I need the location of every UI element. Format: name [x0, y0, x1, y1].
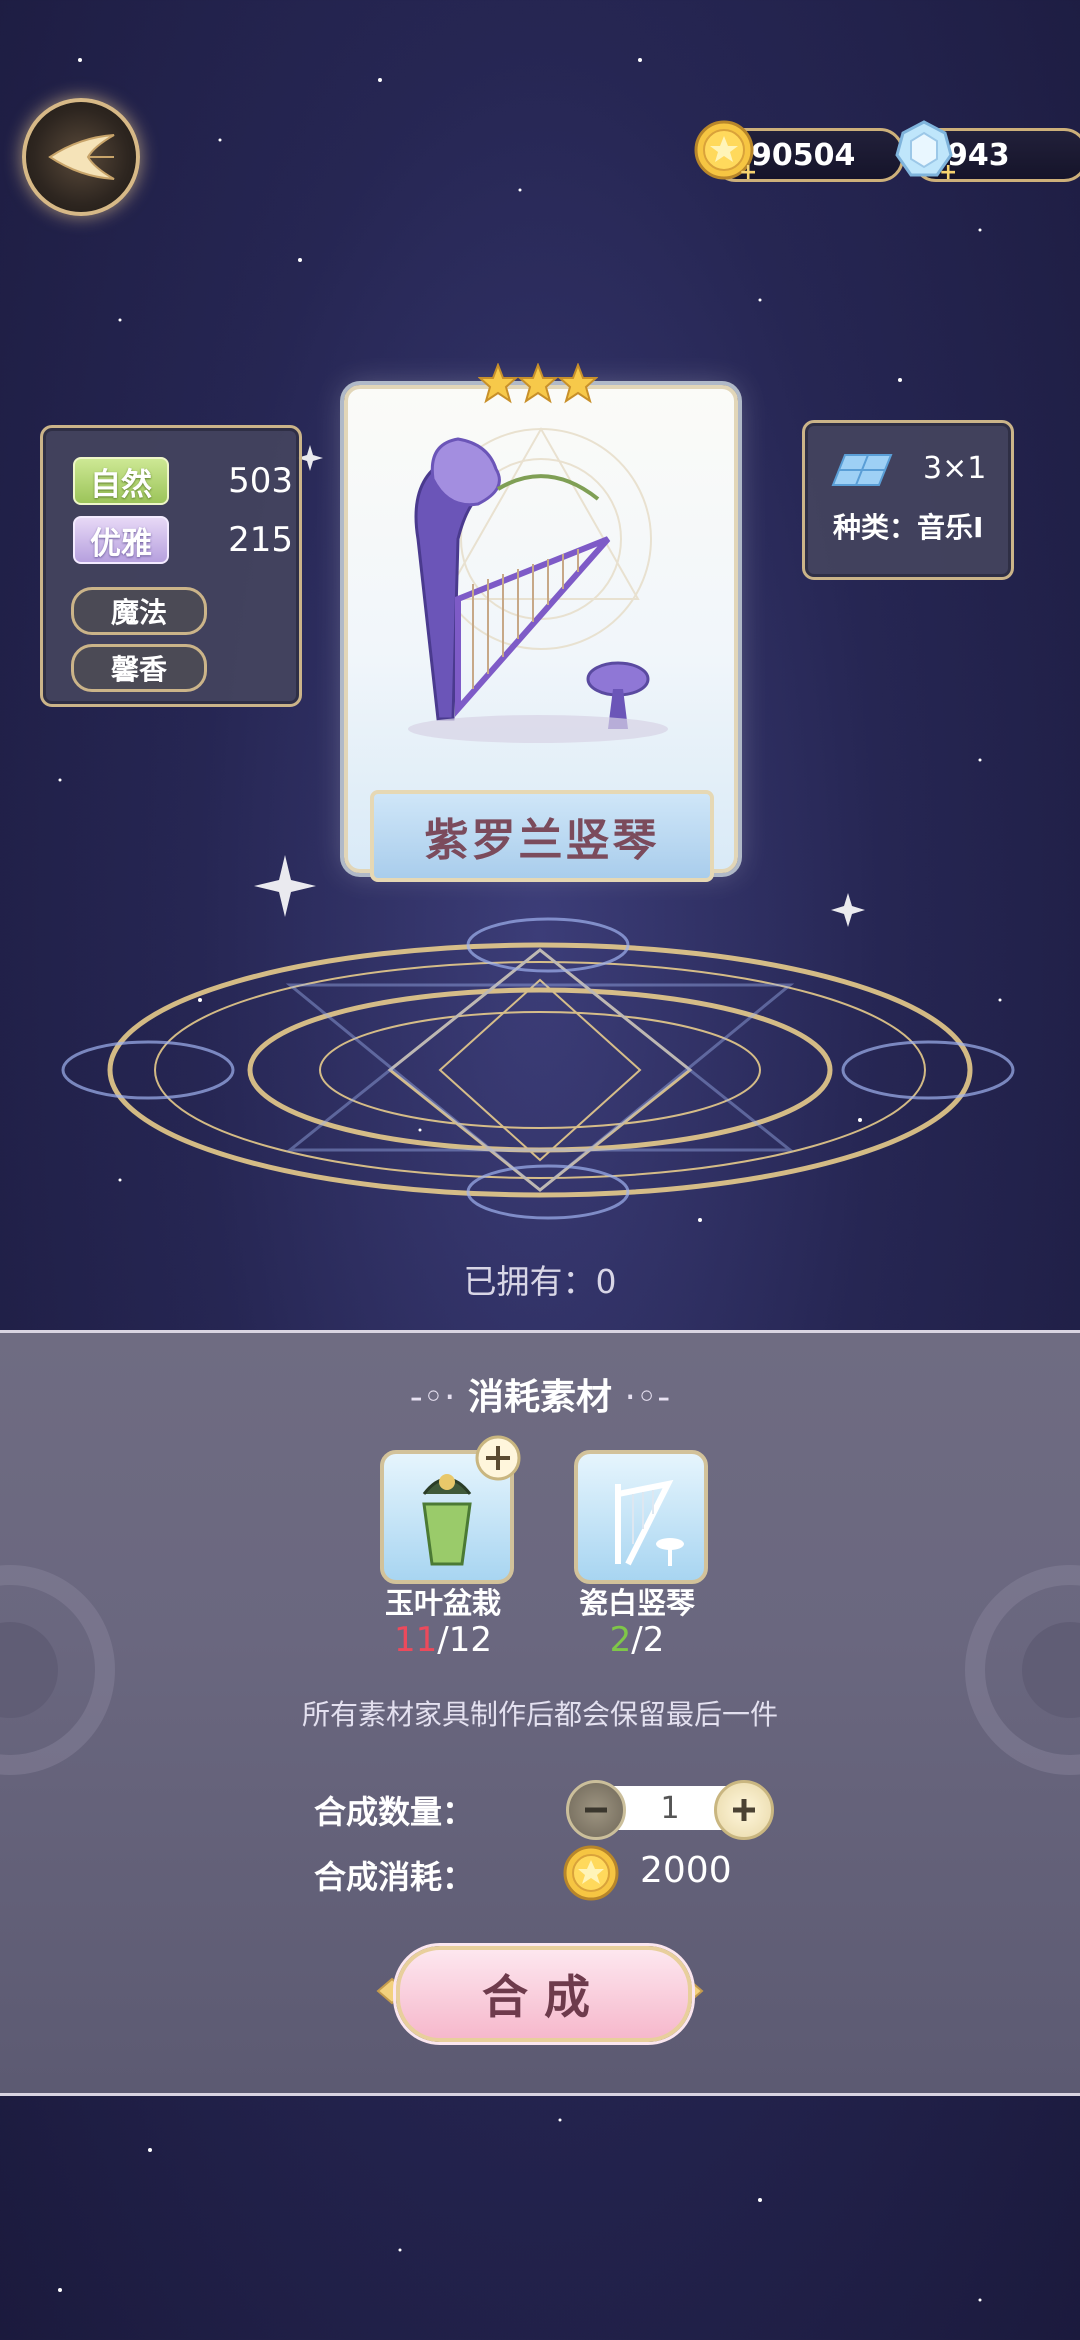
item-name: 紫罗兰竖琴 [370, 790, 714, 882]
svg-text:+: + [739, 160, 755, 181]
elegant-value: 215 [228, 520, 293, 560]
material-2-count: 2/2 [609, 1620, 665, 1660]
quantity-label: 合成数量： [314, 1793, 475, 1831]
wing-back-icon [48, 134, 115, 180]
tag-fragrance: 馨香 [71, 644, 207, 692]
gold-currency[interactable]: + 90504 [694, 120, 904, 182]
quantity-decrease-button[interactable] [566, 1780, 626, 1840]
material-white-harp[interactable] [574, 1450, 708, 1584]
materials-title: -◦· 消耗素材 ·◦- [409, 1377, 671, 1418]
material-1-name: 玉叶盆栽 [384, 1586, 501, 1620]
three-star-rating [478, 363, 598, 404]
back-button[interactable] [22, 98, 140, 216]
quantity-increase-button[interactable] [714, 1780, 774, 1840]
add-material-button[interactable] [474, 1434, 522, 1482]
tag-magic: 魔法 [71, 587, 207, 635]
nature-tag: 自然 [73, 457, 169, 505]
elegant-attribute-row: 优雅 215 [73, 516, 293, 564]
crystal-gem-icon: + [895, 120, 955, 181]
gold-coin-icon: + [694, 120, 755, 181]
synthesize-button[interactable]: 合成 [396, 1946, 692, 2042]
plus-icon [733, 1799, 755, 1821]
cost-label: 合成消耗： [314, 1858, 475, 1896]
cost-value: 2000 [640, 1850, 732, 1891]
left-nav-arrow-decor[interactable] [0, 1560, 120, 1780]
white-harp-icon [615, 1479, 684, 1566]
material-1-count: 11/12 [394, 1620, 492, 1660]
right-nav-arrow-decor[interactable] [960, 1560, 1080, 1780]
nature-attribute-row: 自然 503 [73, 457, 293, 505]
owned-count: 已拥有：0 [463, 1262, 617, 1301]
size-category-panel: 3×1 种类：音乐I [802, 420, 1014, 580]
gem-currency[interactable]: + 943 [895, 120, 1080, 182]
materials-note: 所有素材家具制作后都会保留最后一件 [301, 1698, 778, 1731]
size-value: 3×1 [923, 451, 987, 486]
gem-amount: 943 [947, 137, 1010, 173]
svg-text:+: + [939, 160, 955, 181]
floor-tile-icon [831, 454, 893, 486]
nature-value: 503 [228, 461, 293, 501]
attribute-panel: 自然 503 优雅 215 魔法 馨香 [40, 425, 302, 707]
gold-coin-icon [563, 1845, 619, 1901]
material-2-name: 瓷白竖琴 [578, 1586, 695, 1620]
elegant-tag: 优雅 [73, 516, 169, 564]
minus-icon [585, 1807, 607, 1813]
category-text: 种类：音乐I [833, 511, 984, 544]
gold-amount: 90504 [751, 137, 856, 173]
